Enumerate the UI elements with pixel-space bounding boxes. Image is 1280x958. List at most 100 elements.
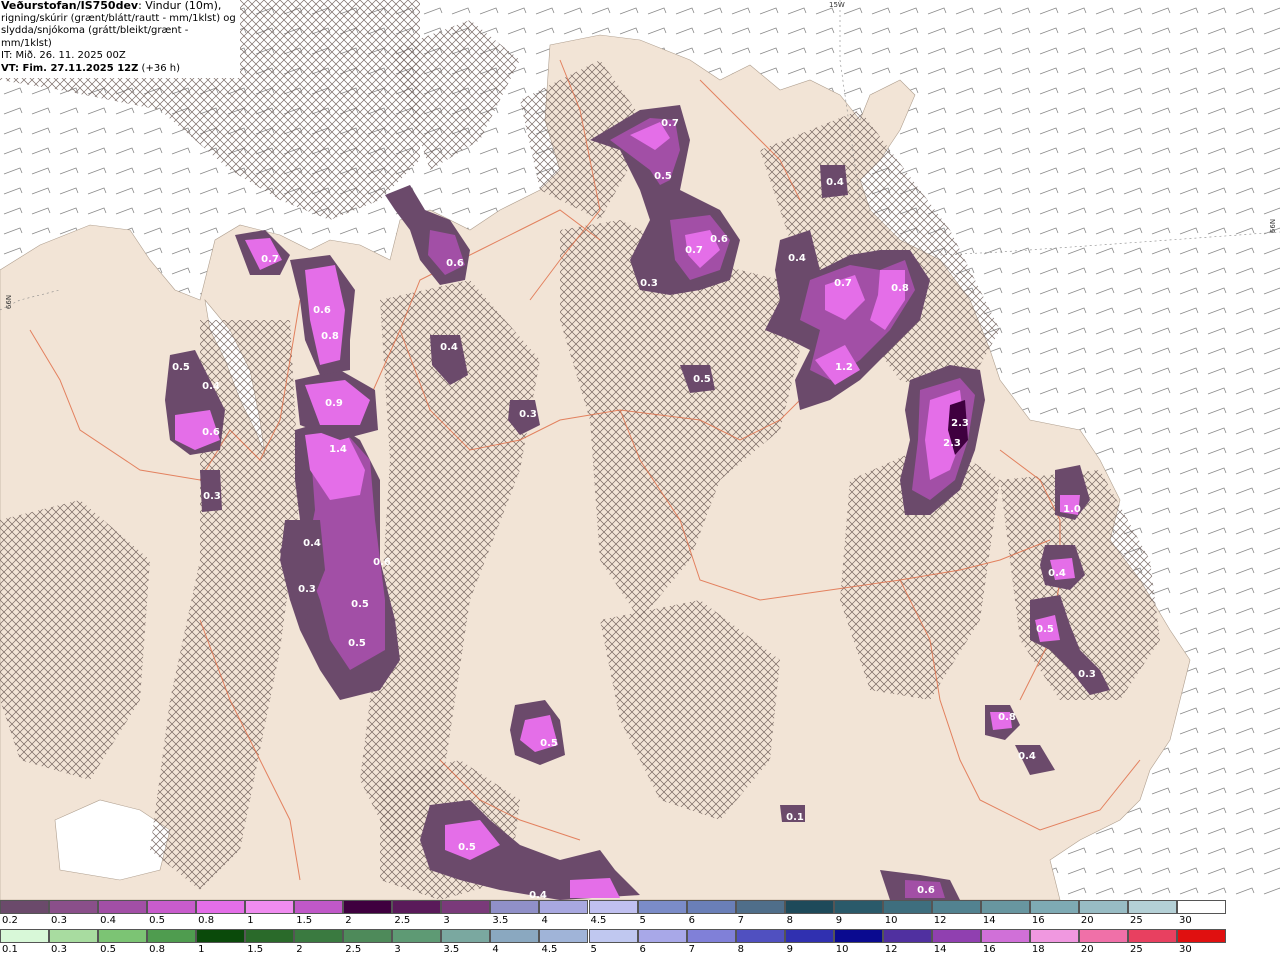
snow-legend-swatch — [441, 900, 491, 914]
snow-legend-swatch — [735, 900, 785, 914]
snow-legend-tick-label: 5 — [639, 915, 646, 926]
precip-value: 0.5 — [351, 599, 369, 610]
map-title-rest: : Vindur (10m), — [138, 0, 222, 12]
snow-legend-swatch — [392, 900, 442, 914]
rain-legend-tick-label: 10 — [835, 944, 849, 955]
precip-value: 0.6 — [313, 305, 331, 316]
precip-value: 0.3 — [519, 409, 537, 420]
valid-time: VT: Fim. 27.11.2025 12Z — [1, 62, 139, 74]
snow-legend-swatch — [294, 900, 344, 914]
precip-value: 0.3 — [1078, 669, 1096, 680]
snow-legend-swatch — [1029, 900, 1079, 914]
rain-legend-tick-label: 0.3 — [51, 944, 67, 955]
precip-value: 2.3 — [951, 418, 969, 429]
rain-legend-tick-label: 0.5 — [100, 944, 116, 955]
precip-value: 1.4 — [329, 444, 347, 455]
precip-value: 0.4 — [529, 890, 547, 900]
rain-legend-swatch — [539, 929, 589, 943]
snow-legend-swatch — [49, 900, 99, 914]
snow-legend-swatch — [490, 900, 540, 914]
rain-legend-swatch — [490, 929, 540, 943]
snow-legend-tick-label: 0.8 — [198, 915, 215, 926]
rain-legend-swatch — [294, 929, 344, 943]
rain-legend-swatch — [931, 929, 981, 943]
rain-legend-labels: 0.1 0.3 0.5 0.8 1 1.5 2 2.5 3 3.5 4 4.5 5 6 7 8 9 10 12 14 1… — [0, 943, 1280, 957]
snow-legend-tick-label: 0.2 — [2, 915, 18, 926]
snow-legend-tick-label: 7 — [737, 915, 744, 926]
rain-legend-swatch — [1177, 929, 1226, 943]
precip-value: 0.5 — [1036, 624, 1054, 635]
rain-legend-tick-label: 4.5 — [541, 944, 558, 955]
rain-legend-tick-label: 1.5 — [247, 944, 264, 955]
precip-value: 0.4 — [303, 538, 321, 549]
rain-legend-swatch — [196, 929, 246, 943]
snow-legend-tick-label: 8 — [786, 915, 794, 926]
snow-legend-tick-label: 25 — [1129, 915, 1143, 926]
snow-legend-swatch — [539, 900, 589, 914]
precip-value: 0.7 — [661, 118, 679, 129]
snow-legend-swatch — [0, 900, 49, 914]
precip-value: 0.7 — [685, 245, 703, 256]
rain-legend-swatch — [343, 929, 393, 943]
map-title: Veðurstofan/IS750dev — [1, 0, 139, 12]
rain-legend-colorbar — [0, 929, 1280, 943]
map-description-line: rigning/skúrir (grænt/blátt/rautt - mm/1… — [1, 12, 236, 24]
precip-value: 0.6 — [202, 427, 220, 438]
rain-legend-swatch — [686, 929, 736, 943]
precip-value: 0.4 — [440, 342, 458, 353]
precip-value: 0.8 — [321, 331, 339, 342]
rain-legend-tick-label: 0.8 — [149, 944, 166, 955]
precip-value: 0.3 — [640, 278, 658, 289]
precip-value: 0.4 — [202, 381, 220, 392]
rain-legend-swatch — [441, 929, 491, 943]
precip-value: 0.4 — [1018, 751, 1036, 762]
snow-legend-swatch — [833, 900, 883, 914]
rain-legend-tick-label: 6 — [639, 944, 646, 955]
rain-legend-swatch — [245, 929, 295, 943]
rain-legend-tick-label: 5 — [590, 944, 597, 955]
rain-legend-swatch — [1078, 929, 1128, 943]
precip-value: 0.8 — [891, 283, 909, 294]
rain-legend-swatch — [735, 929, 785, 943]
precip-value: 0.7 — [261, 254, 279, 265]
rain-legend-swatch — [49, 929, 99, 943]
rain-legend-tick-label: 20 — [1080, 944, 1094, 955]
rain-legend-swatch — [1029, 929, 1079, 943]
snow-legend-tick-label: 9 — [835, 915, 843, 926]
latitude-label-right: 66N — [1269, 218, 1278, 234]
snow-legend-swatch — [637, 900, 687, 914]
snow-legend-tick-label: 2 — [345, 915, 352, 926]
rain-legend-tick-label: 2 — [296, 944, 303, 955]
snow-legend-tick-label: 3.5 — [492, 915, 509, 926]
rain-legend-tick-label: 3.5 — [443, 944, 460, 955]
snow-legend-tick-label: 1 — [247, 915, 254, 926]
rain-legend-swatch — [980, 929, 1030, 943]
rain-legend-swatch — [98, 929, 148, 943]
snow-legend-swatch — [147, 900, 197, 914]
snow-legend-swatch — [931, 900, 981, 914]
rain-legend-tick-label: 8 — [737, 944, 744, 955]
rain-legend-swatch — [833, 929, 883, 943]
snow-legend-swatch — [343, 900, 393, 914]
snow-legend-swatch — [1078, 900, 1128, 914]
precip-value: 0.7 — [834, 278, 852, 289]
snow-legend-tick-label: 30 — [1179, 915, 1192, 926]
snow-legend-tick-label: 12 — [933, 915, 947, 926]
snow-legend-tick-label: 20 — [1080, 915, 1094, 926]
map-description-line: slydda/snjókoma (grátt/bleikt/grænt - mm… — [1, 25, 189, 49]
snow-legend-tick-label: 4 — [541, 915, 548, 926]
rain-legend-tick-label: 7 — [688, 944, 695, 955]
rain-legend-tick-label: 2.5 — [345, 944, 362, 955]
snow-legend-swatch — [245, 900, 295, 914]
snow-legend-swatch — [686, 900, 736, 914]
precip-value: 0.5 — [540, 738, 558, 749]
snow-legend-swatch — [196, 900, 246, 914]
snow-legend-swatch — [1177, 900, 1226, 914]
weather-map: 0.7 0.5 0.7 0.6 0.3 0.4 0.4 0.7 0.8 1.2 … — [0, 0, 1280, 900]
latitude-label-left: 66N — [5, 294, 14, 310]
precip-value: 0.5 — [458, 842, 476, 853]
rain-legend-tick-label: 25 — [1129, 944, 1143, 955]
longitude-label: 15W — [829, 1, 845, 9]
snow-legend-tick-label: 14 — [982, 915, 996, 926]
precip-value: 0.4 — [1048, 568, 1066, 579]
